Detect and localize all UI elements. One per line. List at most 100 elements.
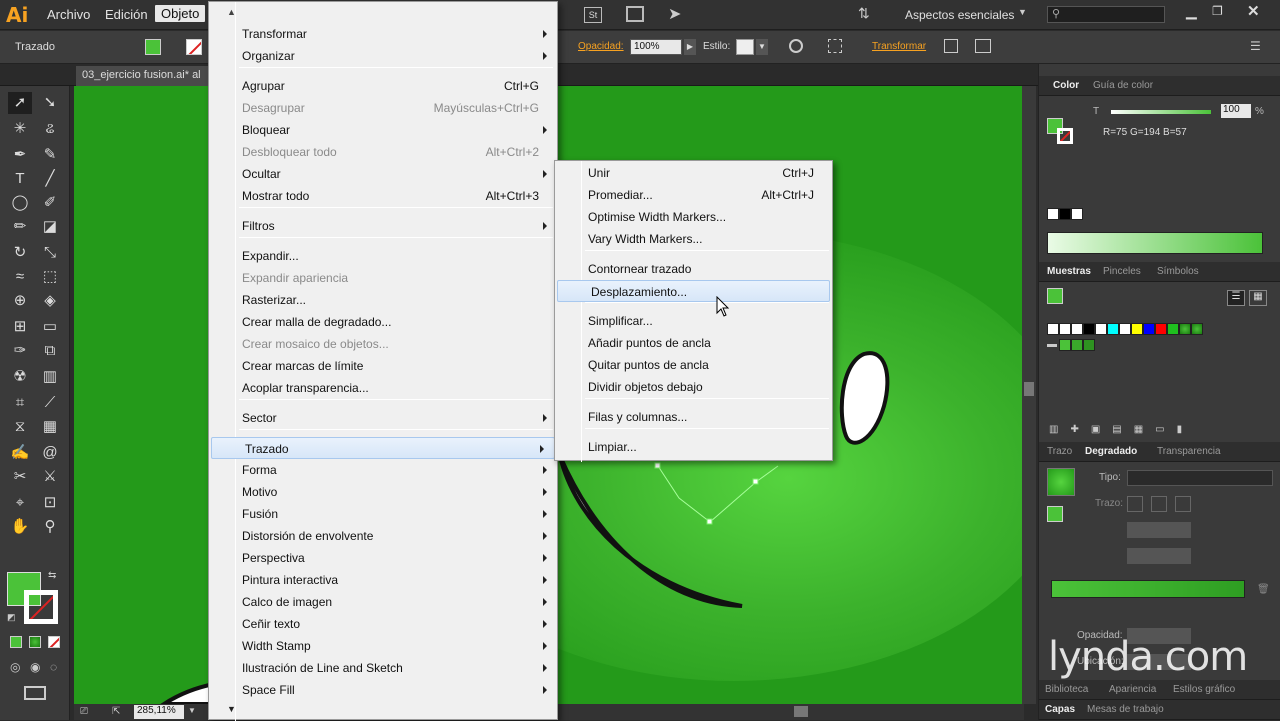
curvature-tool-icon[interactable]: ✎: [38, 144, 62, 166]
arrange-documents-icon[interactable]: [626, 6, 644, 22]
none-swatch[interactable]: [1047, 208, 1059, 220]
rotate-tool-icon[interactable]: ↻: [8, 242, 32, 264]
gradient-fill-swatch[interactable]: [1047, 506, 1063, 522]
gradient-angle-field[interactable]: [1127, 522, 1191, 538]
workspace-switcher[interactable]: Aspectos esenciales: [905, 8, 1014, 22]
object-menu-item[interactable]: Mostrar todo Alt+Ctrl+3: [209, 185, 557, 207]
tab-graphic-styles[interactable]: Estilos gráfico: [1173, 684, 1235, 695]
crop-tool-icon[interactable]: ⌖: [8, 492, 32, 514]
object-menu-item[interactable]: Bloquear: [209, 119, 557, 141]
object-menu-item[interactable]: Forma: [209, 459, 557, 481]
path-submenu-item[interactable]: Quitar puntos de ancla: [555, 354, 832, 376]
tab-brushes[interactable]: Pinceles: [1103, 266, 1141, 277]
screen-mode-icon[interactable]: [24, 686, 46, 700]
opacity-arrow-icon[interactable]: ▶: [684, 39, 696, 55]
object-menu-item[interactable]: Sector: [209, 407, 557, 429]
fill-swatch[interactable]: [145, 39, 161, 55]
perspective-tool-icon[interactable]: ▦: [38, 416, 62, 438]
free-transform-tool-icon[interactable]: ⬚: [38, 266, 62, 288]
path-submenu-item[interactable]: Limpiar...: [555, 436, 832, 458]
ellipse-tool-icon[interactable]: ◯: [8, 192, 32, 214]
transform-link[interactable]: Transformar: [872, 41, 926, 52]
document-tab[interactable]: 03_ejercicio fusion.ai* al: [76, 66, 210, 86]
opacity-label[interactable]: Opacidad:: [578, 41, 624, 52]
menu-archivo[interactable]: Archivo: [47, 7, 90, 22]
folder-icon[interactable]: ▬: [1047, 339, 1057, 350]
color-mode-icon[interactable]: [10, 636, 22, 648]
path-submenu-item[interactable]: Contornear trazado: [555, 258, 832, 280]
path-submenu-item[interactable]: Desplazamiento...: [557, 280, 830, 302]
grid-view-icon[interactable]: ▦: [1249, 290, 1267, 306]
path-submenu-item[interactable]: Dividir objetos debajo: [555, 376, 832, 398]
object-menu-item[interactable]: Width Stamp: [209, 635, 557, 657]
magic-wand-tool-icon[interactable]: ✳: [8, 118, 32, 140]
gradient-aspect-field[interactable]: [1127, 548, 1191, 564]
eyedropper-tool-icon[interactable]: ✑: [8, 340, 32, 362]
swatch-none[interactable]: [1047, 323, 1059, 335]
object-menu-item[interactable]: Crear malla de degradado...: [209, 311, 557, 333]
tab-color-guide[interactable]: Guía de color: [1093, 80, 1153, 91]
vertical-scroll-thumb[interactable]: [1024, 382, 1034, 396]
object-menu-item[interactable]: Fusión: [209, 503, 557, 525]
swatch-black[interactable]: [1083, 323, 1095, 335]
color-panel-stroke[interactable]: [1057, 128, 1073, 144]
path-submenu-item[interactable]: Unir Ctrl+J: [555, 162, 832, 184]
draw-normal-icon[interactable]: ◎: [10, 660, 20, 674]
path-submenu-item[interactable]: Vary Width Markers...: [555, 228, 832, 250]
object-menu-item[interactable]: Desagrupar Mayúsculas+Ctrl+G: [209, 97, 557, 119]
opacity-input[interactable]: 100%: [630, 39, 682, 55]
tint-input[interactable]: 100: [1221, 104, 1251, 118]
object-menu-item[interactable]: Perspectiva: [209, 547, 557, 569]
swatch-registration[interactable]: [1059, 323, 1071, 335]
tab-artboards[interactable]: Mesas de trabajo: [1087, 704, 1164, 715]
scroll-up-icon[interactable]: ▲: [209, 2, 557, 22]
align-icon[interactable]: [828, 39, 842, 53]
zoom-tool-icon[interactable]: ⚲: [38, 516, 62, 538]
scroll-down-icon[interactable]: ▼: [209, 702, 557, 720]
object-menu-item[interactable]: Rasterizar...: [209, 289, 557, 311]
menu-edicion[interactable]: Edición: [105, 7, 148, 22]
swatch-blue[interactable]: [1143, 323, 1155, 335]
gradient-preview[interactable]: [1047, 468, 1075, 496]
stroke-gradient-mode-3-icon[interactable]: [1175, 496, 1191, 512]
gradient-slider[interactable]: [1051, 580, 1245, 598]
delete-stop-icon[interactable]: 🗑: [1257, 584, 1270, 595]
width-tool-icon[interactable]: ⧖: [8, 416, 32, 438]
object-menu-item[interactable]: Expandir apariencia: [209, 267, 557, 289]
tab-color[interactable]: Color: [1053, 80, 1079, 91]
hand-tool-icon[interactable]: ✋: [8, 516, 32, 538]
path-submenu-item[interactable]: Optimise Width Markers...: [555, 206, 832, 228]
swatch-green[interactable]: [1167, 323, 1179, 335]
zoom-level-field[interactable]: 285,11%: [134, 705, 184, 719]
pen-tool-icon[interactable]: ✒: [8, 144, 32, 166]
blob-brush-tool-icon[interactable]: ✍: [8, 442, 32, 464]
object-menu-item[interactable]: Pintura interactiva: [209, 569, 557, 591]
lasso-tool-icon[interactable]: ଌ: [38, 118, 62, 140]
sync-icon[interactable]: ⇅: [858, 5, 870, 22]
object-menu-item[interactable]: Ocultar: [209, 163, 557, 185]
restore-icon[interactable]: ❐: [1212, 4, 1223, 18]
panel-menu-icon[interactable]: ☰: [1250, 39, 1261, 53]
object-menu-item[interactable]: Ilustración de Line and Sketch: [209, 657, 557, 679]
swatch-light[interactable]: [1119, 323, 1131, 335]
tab-transparency[interactable]: Transparencia: [1157, 446, 1221, 457]
black-swatch[interactable]: [1059, 208, 1071, 220]
swatch-cyan[interactable]: [1107, 323, 1119, 335]
search-input[interactable]: ⚲: [1047, 6, 1165, 23]
spiral-tool-icon[interactable]: @: [38, 442, 62, 464]
scissors-tool-icon[interactable]: ✂: [8, 466, 32, 488]
live-paint-tool-icon[interactable]: ◈: [38, 290, 62, 312]
object-menu-item[interactable]: Calco de imagen: [209, 591, 557, 613]
swatch-white-2[interactable]: [1095, 323, 1107, 335]
object-menu-item[interactable]: Trazado: [211, 437, 555, 459]
tab-library[interactable]: Biblioteca: [1045, 684, 1088, 695]
warp-tool-icon[interactable]: ≈: [8, 266, 32, 288]
tab-appearance[interactable]: Apariencia: [1109, 684, 1156, 695]
menu-objeto[interactable]: Objeto: [155, 5, 206, 22]
artboard-tool-icon[interactable]: ⌗: [8, 392, 32, 414]
stock-button[interactable]: St: [584, 7, 602, 23]
none-mode-icon[interactable]: [48, 636, 60, 648]
color-spectrum-bar[interactable]: [1047, 232, 1263, 254]
list-view-icon[interactable]: ☰: [1227, 290, 1245, 306]
swatch-yellow[interactable]: [1131, 323, 1143, 335]
